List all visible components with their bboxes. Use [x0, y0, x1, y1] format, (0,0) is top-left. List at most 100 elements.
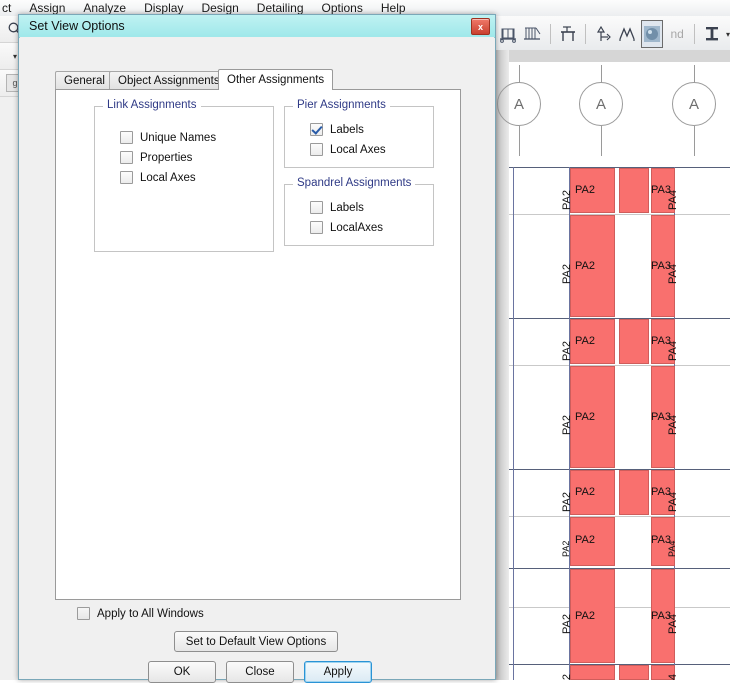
toolbar-right-group: nd ▾ — [498, 18, 730, 50]
menu-item-assign[interactable]: Assign — [20, 1, 74, 15]
checkbox-unique-names[interactable] — [120, 131, 133, 144]
menu-item-analyze[interactable]: Analyze — [74, 1, 135, 15]
joint-restraint-icon[interactable] — [593, 21, 613, 47]
model-left-band — [495, 50, 509, 680]
sub-floor-line — [509, 214, 730, 215]
checkbox-label-apply-to-all-windows: Apply to All Windows — [97, 607, 204, 620]
pier-label-left-h: PA2 — [575, 486, 595, 498]
pier-element[interactable] — [570, 665, 615, 680]
pier-label-left: PA2 — [561, 674, 573, 680]
frame-section-icon[interactable] — [498, 21, 518, 47]
link-icon[interactable] — [617, 21, 637, 47]
wall-section-icon[interactable] — [522, 21, 542, 47]
menu-item-select[interactable]: ct — [0, 1, 20, 15]
grid-leader-3 — [694, 126, 695, 156]
group-legend-link-assignments: Link Assignments — [103, 99, 201, 111]
disabled-toolbar-text: nd — [670, 27, 684, 41]
tab-strip: General Object Assignments Other Assignm… — [55, 69, 467, 90]
checkbox-spandrel-labels[interactable] — [310, 201, 323, 214]
pier-label-left-h: PA2 — [575, 335, 595, 347]
section-property-icon[interactable] — [702, 21, 722, 47]
extrude-view-icon[interactable] — [641, 20, 664, 48]
pier-label-left: PA2 — [561, 415, 573, 435]
checkbox-label-spandrel-labels: Labels — [330, 201, 364, 214]
checkbox-apply-to-all-windows[interactable] — [77, 607, 90, 620]
pier-label-right: PA4 — [667, 674, 679, 680]
pier-element[interactable] — [619, 319, 649, 364]
toolbar-separator — [549, 24, 551, 44]
chevron-down-icon[interactable]: ▾ — [726, 30, 730, 39]
support-icon[interactable] — [557, 21, 577, 47]
checkbox-label-pier-labels: Labels — [330, 123, 364, 136]
menu-item-detailing[interactable]: Detailing — [248, 1, 313, 15]
sub-floor-line — [509, 607, 730, 608]
pier-label-left: PA2 — [561, 492, 573, 512]
pier-label-left-h: PA2 — [575, 184, 595, 196]
pier-label-right: PA4 — [667, 341, 679, 361]
grid-leader-2 — [601, 126, 602, 156]
model-canvas[interactable]: A A A PA2 PA2 PA3 PA4 PA2 PA2 PA3 PA4 PA… — [497, 62, 730, 680]
menu-item-help[interactable]: Help — [372, 1, 415, 15]
checkbox-label-spandrel-local-axes: LocalAxes — [330, 221, 384, 234]
menu-item-design[interactable]: Design — [192, 1, 247, 15]
pier-label-left: PA2 — [561, 264, 573, 284]
menu-item-display[interactable]: Display — [135, 1, 192, 15]
close-icon[interactable]: x — [471, 18, 490, 35]
tab-other-assignments[interactable]: Other Assignments — [218, 69, 334, 90]
toolbar-separator-2 — [584, 24, 586, 44]
checkbox-pier-labels[interactable] — [310, 123, 323, 136]
pier-label-right: PA4 — [667, 614, 679, 634]
sub-floor-line — [509, 365, 730, 366]
dialog-body: General Object Assignments Other Assignm… — [20, 37, 494, 683]
checkbox-properties[interactable] — [120, 151, 133, 164]
grid-bubble-a2[interactable]: A — [579, 82, 623, 126]
checkbox-local-axes-link[interactable] — [120, 171, 133, 184]
menu-item-options[interactable]: Options — [313, 1, 372, 15]
tab-object-assignments[interactable]: Object Assignments — [109, 71, 229, 89]
checkbox-row-spandrel-labels[interactable]: Labels — [310, 201, 364, 214]
grid-bubble-a1[interactable]: A — [497, 82, 541, 126]
pier-label-left-h: PA2 — [575, 411, 595, 423]
group-legend-pier-assignments: Pier Assignments — [293, 99, 390, 111]
set-to-default-view-options-button[interactable]: Set to Default View Options — [174, 631, 338, 652]
model-top-band — [495, 50, 730, 62]
pier-label-left: PA2 — [561, 190, 573, 210]
grid-leader-1 — [519, 126, 520, 156]
vertical-grid-line-left — [513, 167, 514, 680]
grid-bubble-a3[interactable]: A — [672, 82, 716, 126]
pier-element[interactable] — [619, 168, 649, 213]
group-spandrel-assignments: Spandrel Assignments Labels LocalAxes — [284, 177, 434, 246]
pier-label-right: PA4 — [667, 415, 679, 435]
pier-element[interactable] — [619, 665, 649, 680]
pier-element[interactable] — [619, 470, 649, 515]
model-view[interactable]: A A A PA2 PA2 PA3 PA4 PA2 PA2 PA3 PA4 PA… — [495, 50, 730, 680]
checkbox-row-properties[interactable]: Properties — [120, 151, 192, 164]
sub-floor-line — [509, 516, 730, 517]
checkbox-row-unique-names[interactable]: Unique Names — [120, 131, 216, 144]
checkbox-row-spandrel-local-axes[interactable]: LocalAxes — [310, 221, 383, 234]
pier-label-left: PA2 — [561, 614, 573, 634]
checkbox-label-local-axes-link: Local Axes — [140, 171, 196, 184]
tab-general[interactable]: General — [55, 71, 114, 89]
checkbox-row-pier-local-axes[interactable]: Local Axes — [310, 143, 386, 156]
checkbox-label-pier-local-axes: Local Axes — [330, 143, 386, 156]
tab-panel-other-assignments: Link Assignments Unique Names Properties… — [55, 89, 461, 600]
checkbox-row-pier-labels[interactable]: Labels — [310, 123, 364, 136]
floor-line — [509, 568, 730, 569]
pier-label-left: PA2 — [561, 341, 573, 361]
pier-label-left: PA2 — [561, 540, 571, 557]
group-link-assignments: Link Assignments Unique Names Properties… — [94, 99, 274, 252]
dialog-title-bar[interactable]: Set View Options x — [19, 15, 495, 38]
checkbox-label-unique-names: Unique Names — [140, 131, 217, 144]
checkbox-spandrel-local-axes[interactable] — [310, 221, 323, 234]
checkbox-row-apply-to-all-windows[interactable]: Apply to All Windows — [77, 607, 204, 620]
set-view-options-dialog[interactable]: Set View Options x General Object Assign… — [18, 14, 496, 683]
checkbox-pier-local-axes[interactable] — [310, 143, 323, 156]
checkbox-label-properties: Properties — [140, 151, 193, 164]
grid-tick-1 — [519, 65, 520, 83]
grid-tick-3 — [694, 65, 695, 83]
checkbox-row-local-axes-link[interactable]: Local Axes — [120, 171, 196, 184]
toolbar-separator-3 — [693, 24, 695, 44]
chevron-down-icon-left[interactable]: ▾ — [13, 52, 17, 61]
group-legend-spandrel-assignments: Spandrel Assignments — [293, 177, 416, 189]
